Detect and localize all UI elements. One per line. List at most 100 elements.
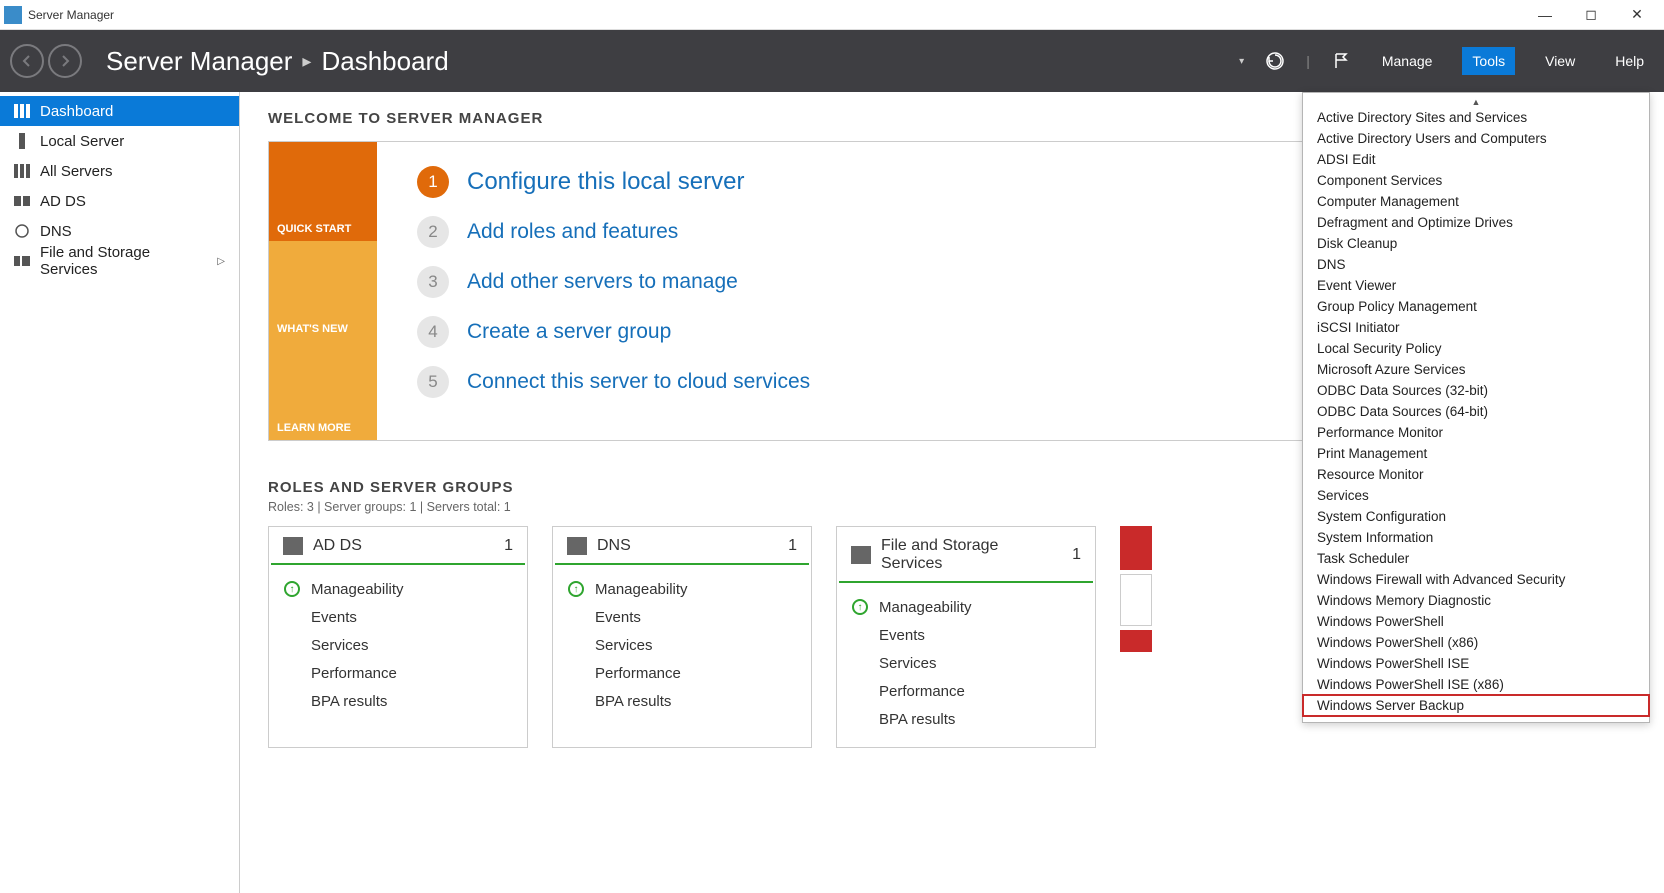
tile-row-performance[interactable]: Performance	[283, 659, 513, 687]
tile-row-bpa[interactable]: BPA results	[567, 687, 797, 715]
tile-row-bpa[interactable]: BPA results	[283, 687, 513, 715]
menu-view[interactable]: View	[1535, 47, 1585, 75]
nav-back-button[interactable]	[10, 44, 44, 78]
tools-menu-item[interactable]: Windows PowerShell	[1303, 611, 1649, 632]
tools-menu-item[interactable]: Performance Monitor	[1303, 422, 1649, 443]
tile-row-events[interactable]: Events	[851, 621, 1081, 649]
tools-menu-item[interactable]: Microsoft Azure Services	[1303, 359, 1649, 380]
server-icon	[14, 133, 30, 149]
breadcrumb-current: Dashboard	[321, 46, 448, 77]
arrow-up-icon: ↑	[852, 599, 868, 615]
tools-menu-item[interactable]: Local Security Policy	[1303, 338, 1649, 359]
tile-row-manageability[interactable]: ↑Manageability	[283, 575, 513, 603]
tile-count: 1	[504, 537, 513, 555]
tools-menu-item[interactable]: Active Directory Users and Computers	[1303, 128, 1649, 149]
dashboard-icon	[14, 103, 30, 119]
tile-row-manageability[interactable]: ↑Manageability	[851, 593, 1081, 621]
arrow-up-icon: ↑	[568, 581, 584, 597]
tools-menu-item[interactable]: Computer Management	[1303, 191, 1649, 212]
tile-title: File and Storage Services	[881, 537, 1062, 573]
tile-row-manageability[interactable]: ↑Manageability	[567, 575, 797, 603]
tab-whats-new[interactable]: WHAT'S NEW	[269, 241, 377, 340]
sidebar-item-label: DNS	[40, 223, 72, 240]
role-tile[interactable]: AD DS 1 ↑Manageability Events Services P…	[268, 526, 528, 748]
tools-menu-item[interactable]: Defragment and Optimize Drives	[1303, 212, 1649, 233]
step-label: Connect this server to cloud services	[467, 370, 810, 394]
sidebar-item-label: All Servers	[40, 163, 113, 180]
tools-menu-item[interactable]: Disk Cleanup	[1303, 233, 1649, 254]
step-label: Add roles and features	[467, 220, 678, 244]
sidebar-item-adds[interactable]: AD DS	[0, 186, 239, 216]
tile-row-services[interactable]: Services	[283, 631, 513, 659]
sidebar-item-dashboard[interactable]: Dashboard	[0, 96, 239, 126]
tools-menu-item[interactable]: Windows Server Backup	[1303, 695, 1649, 716]
tools-menu-item[interactable]: ODBC Data Sources (32-bit)	[1303, 380, 1649, 401]
sidebar-item-label: Local Server	[40, 133, 124, 150]
tile-row-services[interactable]: Services	[851, 649, 1081, 677]
scroll-up-arrow-icon[interactable]: ▲	[1303, 97, 1649, 107]
step-number: 3	[417, 266, 449, 298]
chevron-right-icon: ▸	[302, 51, 311, 72]
flag-icon[interactable]	[1330, 50, 1352, 72]
tile-row-performance[interactable]: Performance	[567, 659, 797, 687]
tools-menu-item[interactable]: ADSI Edit	[1303, 149, 1649, 170]
tools-menu-item[interactable]: Component Services	[1303, 170, 1649, 191]
tools-menu-item[interactable]: Windows PowerShell (x86)	[1303, 632, 1649, 653]
titlebar: Server Manager — ◻ ✕	[0, 0, 1664, 30]
tools-menu-item[interactable]: Windows Firewall with Advanced Security	[1303, 569, 1649, 590]
app-icon	[4, 6, 22, 24]
sidebar-item-all-servers[interactable]: All Servers	[0, 156, 239, 186]
tools-dropdown: ▲ Active Directory Sites and ServicesAct…	[1302, 92, 1650, 723]
tile-title: DNS	[597, 537, 778, 555]
tools-menu-item[interactable]: Active Directory Sites and Services	[1303, 107, 1649, 128]
tile-title: AD DS	[313, 537, 494, 555]
minimize-button[interactable]: —	[1522, 0, 1568, 30]
menu-manage[interactable]: Manage	[1372, 47, 1443, 75]
nav-forward-button[interactable]	[48, 44, 82, 78]
sidebar-item-label: File and Storage Services	[40, 244, 207, 278]
tools-menu-item[interactable]: Group Policy Management	[1303, 296, 1649, 317]
tile-row-services[interactable]: Services	[567, 631, 797, 659]
tile-row-events[interactable]: Events	[283, 603, 513, 631]
tile-row-bpa[interactable]: BPA results	[851, 705, 1081, 733]
tools-menu-item[interactable]: Windows PowerShell ISE (x86)	[1303, 674, 1649, 695]
step-number: 5	[417, 366, 449, 398]
tile-icon	[851, 546, 871, 564]
role-tile[interactable]: DNS 1 ↑Manageability Events Services Per…	[552, 526, 812, 748]
tools-menu-item[interactable]: Print Management	[1303, 443, 1649, 464]
breadcrumb: Server Manager ▸ Dashboard	[106, 46, 1239, 77]
separator: |	[1306, 53, 1310, 69]
dropdown-caret-icon[interactable]: ▾	[1239, 56, 1244, 67]
tab-quick-start[interactable]: QUICK START	[269, 142, 377, 241]
tools-menu-item[interactable]: Services	[1303, 485, 1649, 506]
tools-menu-item[interactable]: System Configuration	[1303, 506, 1649, 527]
menu-tools[interactable]: Tools	[1462, 47, 1515, 75]
step-number: 4	[417, 316, 449, 348]
sidebar-item-label: AD DS	[40, 193, 86, 210]
sidebar-item-file-storage[interactable]: File and Storage Services ▷	[0, 246, 239, 276]
tile-count: 1	[1072, 546, 1081, 564]
tools-menu-item[interactable]: Windows Memory Diagnostic	[1303, 590, 1649, 611]
tools-menu-item[interactable]: System Information	[1303, 527, 1649, 548]
tools-menu-item[interactable]: DNS	[1303, 254, 1649, 275]
tile-row-events[interactable]: Events	[567, 603, 797, 631]
tools-menu-item[interactable]: ODBC Data Sources (64-bit)	[1303, 401, 1649, 422]
tab-learn-more[interactable]: LEARN MORE	[269, 341, 377, 440]
sidebar-item-dns[interactable]: DNS	[0, 216, 239, 246]
tools-menu-item[interactable]: Task Scheduler	[1303, 548, 1649, 569]
role-tile[interactable]: File and Storage Services 1 ↑Manageabili…	[836, 526, 1096, 748]
tools-menu-item[interactable]: iSCSI Initiator	[1303, 317, 1649, 338]
refresh-icon[interactable]	[1264, 50, 1286, 72]
maximize-button[interactable]: ◻	[1568, 0, 1614, 30]
tools-menu-item[interactable]: Resource Monitor	[1303, 464, 1649, 485]
tile-row-performance[interactable]: Performance	[851, 677, 1081, 705]
tools-menu-item[interactable]: Windows PowerShell ISE	[1303, 653, 1649, 674]
tile-count: 1	[788, 537, 797, 555]
menu-help[interactable]: Help	[1605, 47, 1654, 75]
sidebar-item-local-server[interactable]: Local Server	[0, 126, 239, 156]
breadcrumb-root[interactable]: Server Manager	[106, 46, 292, 77]
window-title: Server Manager	[28, 8, 1522, 22]
arrow-up-icon: ↑	[284, 581, 300, 597]
close-button[interactable]: ✕	[1614, 0, 1660, 30]
tools-menu-item[interactable]: Event Viewer	[1303, 275, 1649, 296]
